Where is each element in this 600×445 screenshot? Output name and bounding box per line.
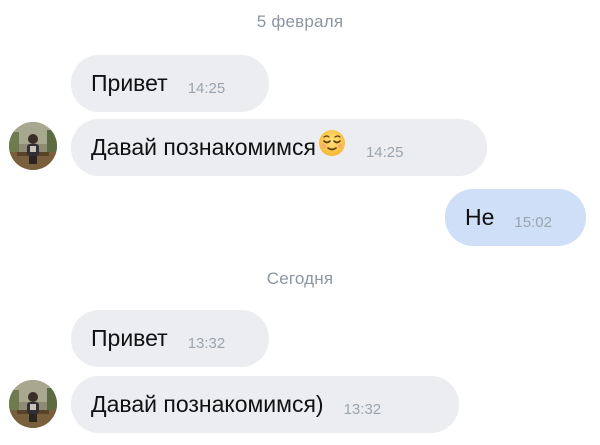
message-text: Привет: [91, 325, 168, 351]
message-time: 13:32: [187, 335, 226, 352]
message-time: 15:02: [514, 214, 552, 231]
message-time: 13:32: [343, 401, 382, 418]
relieved-face-emoji-icon: [318, 129, 346, 162]
message-text: Привет: [91, 70, 168, 96]
message-text: Давай познакомимся): [91, 391, 324, 417]
message-bubble-outgoing[interactable]: Не 15:02: [445, 189, 586, 246]
message-bubble-incoming[interactable]: Давай познакомимся) 13:32: [71, 376, 459, 433]
contact-avatar[interactable]: [9, 380, 57, 428]
message-text: Давай познакомимся: [91, 134, 316, 160]
message-text: Не: [465, 204, 495, 230]
avatar-photo-icon: [9, 122, 57, 170]
avatar-photo-icon: [9, 380, 57, 428]
contact-avatar[interactable]: [9, 122, 57, 170]
message-bubble-incoming[interactable]: Привет 14:25: [71, 55, 269, 112]
message-time: 14:25: [365, 144, 404, 161]
message-time: 14:25: [187, 80, 226, 97]
message-bubble-incoming[interactable]: Давай познакомимся 14:25: [71, 119, 487, 176]
date-separator: 5 февраля: [256, 12, 344, 31]
date-separator: Сегодня: [266, 269, 334, 288]
message-bubble-incoming[interactable]: Привет 13:32: [71, 310, 269, 367]
